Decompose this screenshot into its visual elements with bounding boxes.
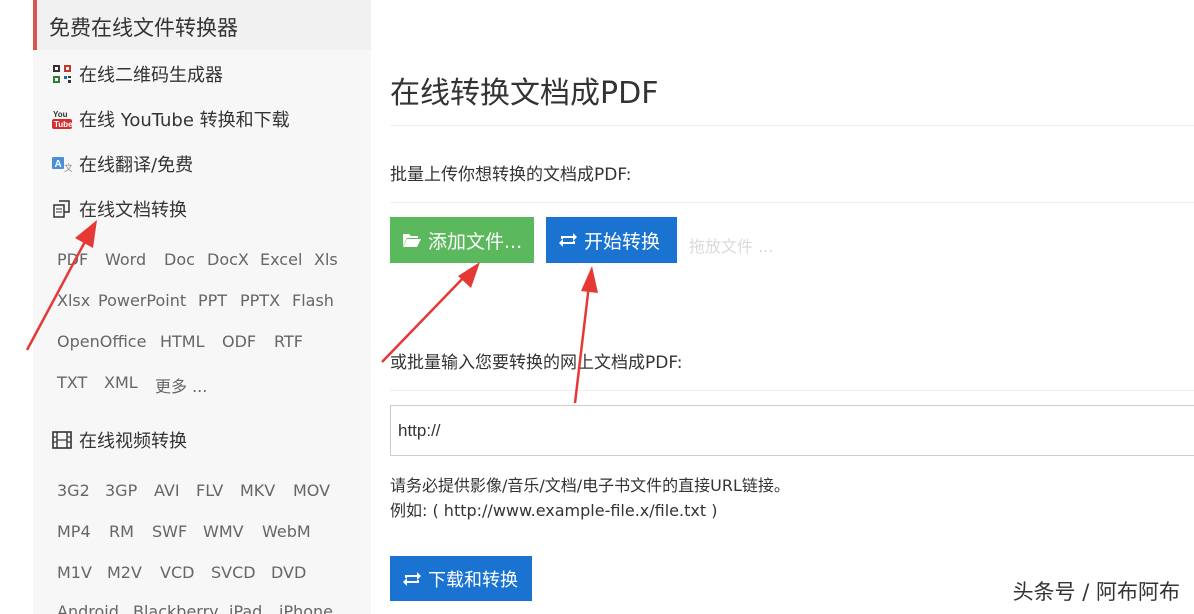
format-link[interactable]: OpenOffice: [57, 332, 146, 351]
start-convert-label: 开始转换: [584, 230, 661, 253]
sidebar-item-label: 在线二维码生成器: [79, 65, 223, 86]
format-link[interactable]: Flash: [292, 291, 334, 310]
format-link[interactable]: Xlsx: [57, 291, 90, 310]
format-link[interactable]: Xls: [314, 250, 338, 269]
translate-icon: A 文: [51, 153, 73, 175]
film-icon: [51, 429, 73, 451]
format-link[interactable]: MP4: [57, 522, 91, 541]
youtube-icon: You Tube: [51, 108, 73, 130]
svg-text:You: You: [53, 110, 68, 119]
format-link[interactable]: Doc: [164, 250, 195, 269]
format-link[interactable]: FLV: [196, 481, 223, 500]
url-label: 或批量输入您要转换的网上文档成PDF:: [390, 353, 683, 373]
document-copy-icon: [51, 198, 73, 220]
sidebar-header: 免费在线文件转换器: [33, 0, 371, 50]
format-link[interactable]: WebM: [262, 522, 311, 541]
format-link[interactable]: M1V: [57, 563, 92, 582]
sidebar-item-label: 在线文档转换: [79, 200, 187, 221]
add-files-label: 添加文件...: [428, 230, 523, 253]
page-title: 在线转换文档成PDF: [390, 76, 659, 111]
svg-text:Tube: Tube: [54, 120, 72, 129]
format-link[interactable]: VCD: [160, 563, 194, 582]
sidebar-item-translate[interactable]: A 文 在线翻译/免费: [51, 149, 193, 179]
help-text-line-1: 请务必提供影像/音乐/文档/电子书文件的直接URL链接。: [390, 476, 790, 495]
format-link[interactable]: SVCD: [211, 563, 256, 582]
refresh-icon: [402, 571, 422, 587]
format-link[interactable]: PPTX: [240, 291, 280, 310]
format-link[interactable]: AVI: [154, 481, 180, 500]
format-link[interactable]: TXT: [57, 373, 87, 392]
format-link[interactable]: SWF: [152, 522, 187, 541]
sidebar: 免费在线文件转换器 在线二维码生成器 You Tube 在线 YouTube 转…: [33, 0, 371, 614]
format-link[interactable]: PowerPoint: [98, 291, 186, 310]
start-convert-button[interactable]: 开始转换: [546, 217, 677, 263]
help-text-line-2: 例如: ( http://www.example-file.x/file.txt…: [390, 501, 718, 520]
format-link[interactable]: M2V: [107, 563, 142, 582]
download-convert-label: 下载和转换: [428, 569, 518, 591]
format-link[interactable]: Excel: [260, 250, 302, 269]
format-link[interactable]: WMV: [203, 522, 244, 541]
format-link[interactable]: MKV: [240, 481, 275, 500]
drop-files-hint[interactable]: 拖放文件 ...: [689, 233, 773, 257]
batch-upload-label: 批量上传你想转换的文档成PDF:: [390, 165, 632, 185]
svg-text:文: 文: [64, 162, 72, 173]
format-link[interactable]: DocX: [207, 250, 249, 269]
format-link[interactable]: PPT: [198, 291, 227, 310]
format-link[interactable]: MOV: [293, 481, 330, 500]
format-link[interactable]: Word: [105, 250, 146, 269]
format-link[interactable]: iPhone: [279, 602, 333, 614]
format-link[interactable]: RTF: [274, 332, 303, 351]
format-link[interactable]: ODF: [222, 332, 256, 351]
sidebar-item-label: 在线翻译/免费: [79, 155, 194, 176]
format-link[interactable]: Blackberry: [133, 602, 219, 614]
format-link[interactable]: HTML: [160, 332, 205, 351]
divider: [390, 390, 1194, 391]
add-files-button[interactable]: 添加文件...: [390, 217, 534, 263]
format-link[interactable]: RM: [109, 522, 134, 541]
divider: [390, 202, 1194, 203]
watermark: 头条号 / 阿布阿布: [1012, 580, 1180, 604]
format-link[interactable]: 3G2: [57, 481, 90, 500]
format-link[interactable]: 3GP: [105, 481, 137, 500]
sidebar-item-video-convert[interactable]: 在线视频转换: [51, 425, 187, 455]
qr-code-icon: [51, 63, 73, 85]
sidebar-item-label: 在线视频转换: [79, 431, 187, 452]
sidebar-header-title: 免费在线文件转换器: [49, 16, 238, 40]
more-formats-link[interactable]: 更多 ...: [155, 373, 207, 397]
sidebar-item-youtube[interactable]: You Tube 在线 YouTube 转换和下载: [51, 104, 290, 134]
sidebar-item-doc-convert[interactable]: 在线文档转换: [51, 194, 187, 224]
folder-open-icon: [402, 232, 422, 248]
sidebar-item-qr-generator[interactable]: 在线二维码生成器: [51, 59, 223, 89]
divider: [390, 125, 1194, 126]
format-link[interactable]: PDF: [57, 250, 88, 269]
format-link[interactable]: XML: [104, 373, 138, 392]
main-panel: 在线转换文档成PDF 批量上传你想转换的文档成PDF: 添加文件... 开始转换…: [390, 0, 1194, 614]
format-link[interactable]: DVD: [271, 563, 306, 582]
format-link[interactable]: iPad: [229, 602, 262, 614]
refresh-icon: [558, 232, 578, 248]
sidebar-item-label: 在线 YouTube 转换和下载: [79, 110, 290, 131]
format-link[interactable]: Android: [57, 602, 119, 614]
download-convert-button[interactable]: 下载和转换: [390, 556, 532, 601]
svg-text:A: A: [55, 159, 62, 170]
url-input[interactable]: [390, 405, 1194, 456]
